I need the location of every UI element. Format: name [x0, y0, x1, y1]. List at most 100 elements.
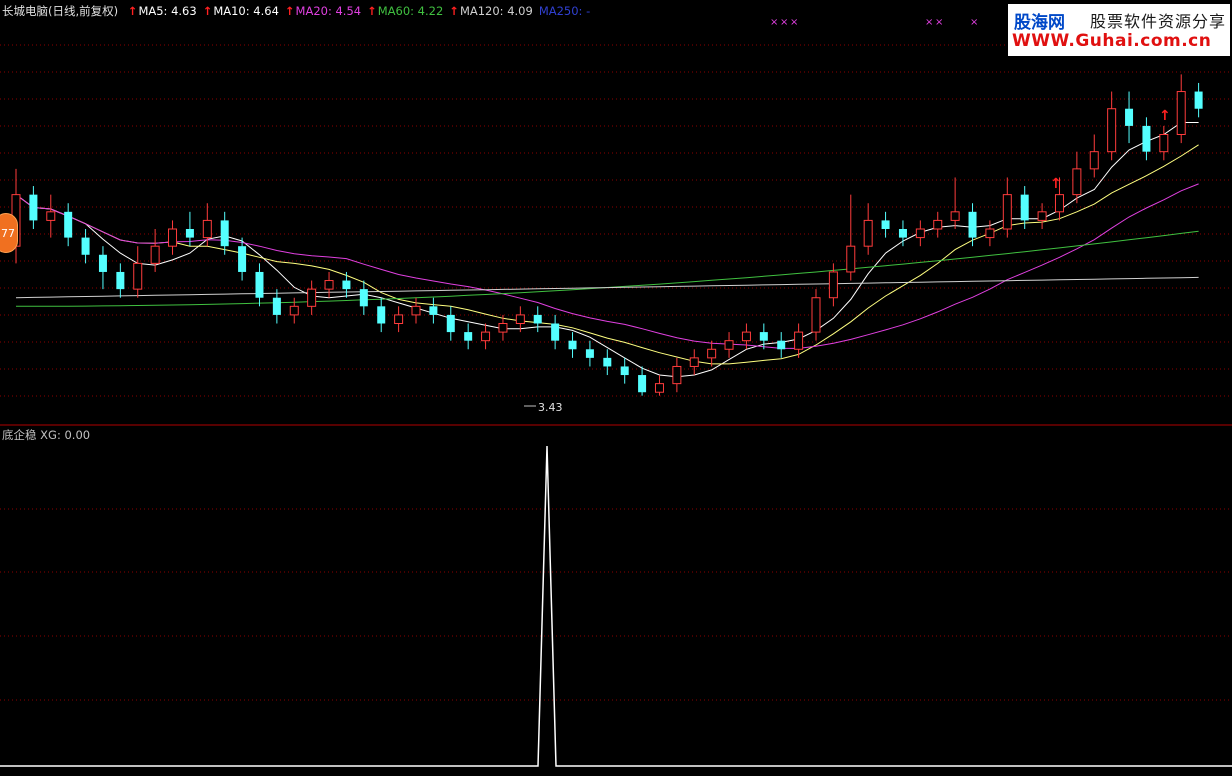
- candle-body-up: [46, 211, 56, 221]
- candle-body-up: [828, 271, 838, 299]
- candle-body-down: [185, 229, 194, 238]
- candle-body-up: [1054, 194, 1064, 213]
- up-arrow-icon: ↑: [367, 4, 377, 18]
- candle-body-down: [759, 332, 768, 341]
- candle-body-up: [672, 365, 682, 385]
- candle-body-down: [777, 340, 786, 350]
- red-arrow-icon: ↑: [1050, 176, 1062, 192]
- candle-body-up: [707, 348, 717, 359]
- signal-x-icon: ×: [780, 17, 788, 28]
- candle-body-down: [64, 211, 73, 238]
- candle-body-down: [464, 332, 473, 341]
- ma-legend-item: MA5: 4.63: [138, 4, 197, 18]
- candle-body-down: [551, 323, 560, 341]
- price-badge[interactable]: 77: [0, 213, 18, 253]
- ma-legend-item: MA120: 4.09: [459, 4, 533, 18]
- candle-body-down: [1142, 125, 1151, 152]
- candle-body-down: [238, 246, 247, 272]
- signal-x-icon: ×: [925, 17, 933, 28]
- candle-body-down: [881, 220, 890, 229]
- candle-body-up: [1159, 134, 1169, 153]
- candle-body-up: [863, 219, 873, 247]
- candle-body-down: [585, 349, 594, 358]
- candle-body-up: [481, 331, 491, 342]
- signal-x-icon: ×: [790, 17, 798, 28]
- up-arrow-icon: ↑: [284, 4, 295, 18]
- candle-body-up: [411, 305, 421, 316]
- candle-body-up: [133, 262, 143, 290]
- candle-body-up: [289, 305, 299, 316]
- up-arrow-icon: ↑: [449, 4, 459, 18]
- candle-body-down: [272, 297, 281, 315]
- candle-body-down: [533, 314, 542, 324]
- grid-lines: [0, 44, 1232, 701]
- ma-legend-item: MA20: 4.54: [295, 4, 362, 18]
- stock-title: 长城电脑(日线,前复权): [2, 4, 119, 18]
- candle-body-up: [324, 280, 334, 290]
- candle-body-down: [898, 229, 907, 238]
- candle-body-down: [359, 289, 368, 307]
- candle-body-up: [811, 297, 821, 333]
- chart-header: 长城电脑(日线,前复权) ↑MA5: 4.63 ↑MA10: 4.64 ↑MA20:…: [2, 2, 602, 20]
- candle-body-up: [515, 314, 525, 324]
- candle-body-up: [724, 340, 734, 350]
- candle-body-up: [654, 383, 664, 393]
- ma-legend: ↑MA5: 4.63 ↑MA10: 4.64 ↑MA20: 4.54 ↑MA60: 4…: [128, 4, 596, 18]
- candle-body-down: [1125, 108, 1134, 126]
- kline-chart[interactable]: × × × × × ×↑↑ 3.43: [0, 0, 1232, 776]
- logo-url: WWW.Guhai.com.cn: [1012, 31, 1212, 51]
- candle-body-up: [689, 357, 699, 367]
- ma120-line: [15, 276, 1199, 299]
- signal-x-icon: ×: [770, 17, 778, 28]
- ma-legend-item: MA60: 4.22: [377, 4, 444, 18]
- candle-body-up: [394, 314, 404, 324]
- candle-body-up: [498, 323, 508, 333]
- candle-body-down: [220, 220, 229, 247]
- red-arrow-icon: ↑: [1159, 108, 1171, 124]
- candle-body-up: [1107, 108, 1117, 153]
- signal-x-icon: ×: [970, 17, 978, 28]
- candle-body-down: [603, 357, 612, 367]
- candle-body-up: [1089, 151, 1099, 170]
- low-price-label: 3.43: [538, 401, 563, 414]
- candle-body-up: [1072, 168, 1082, 196]
- candle-body-down: [29, 194, 38, 221]
- candle-body-down: [968, 211, 977, 238]
- guhai-logo: 股海网 股票软件资源分享 WWW.Guhai.com.cn: [1008, 4, 1230, 56]
- candle-body-down: [1194, 91, 1203, 109]
- candle-body-down: [620, 366, 629, 376]
- candle-body-down: [342, 280, 351, 290]
- up-arrow-icon: ↑: [127, 4, 138, 18]
- candle-body-down: [568, 340, 577, 350]
- ma10-line: [15, 144, 1199, 365]
- candle-body-up: [915, 228, 925, 239]
- ma5-line: [15, 122, 1199, 378]
- up-arrow-icon: ↑: [202, 4, 213, 18]
- candle-body-down: [98, 254, 107, 272]
- candle-body-up: [741, 331, 751, 342]
- candle-body-down: [81, 237, 90, 255]
- candle-body-up: [846, 245, 856, 273]
- signal-x-icon: ×: [935, 17, 943, 28]
- candle-body-up: [307, 288, 317, 307]
- candle-body-up: [1002, 194, 1012, 230]
- candle-body-down: [446, 314, 455, 333]
- xg-indicator-line: [0, 445, 1232, 767]
- moving-average-lines: [15, 122, 1199, 378]
- logo-slogan: 股票软件资源分享: [1090, 12, 1227, 31]
- ma-legend-item: MA10: 4.64: [213, 4, 279, 18]
- logo-name: 股海网: [1014, 13, 1065, 33]
- candle-body-up: [1037, 211, 1047, 221]
- candle-body-up: [150, 245, 160, 264]
- candle-body-down: [429, 306, 438, 315]
- indicator-label: 底企稳 XG: 0.00: [2, 428, 91, 442]
- candle-body-up: [168, 228, 178, 247]
- candle-body-up: [933, 219, 943, 230]
- candle-body-down: [255, 271, 264, 298]
- candle-body-down: [638, 375, 647, 393]
- ma-legend-item: MA250: -: [538, 4, 591, 18]
- candle-body-up: [1176, 91, 1186, 135]
- candle-body-up: [950, 211, 960, 221]
- candle-body-down: [377, 306, 386, 324]
- candle-body-down: [116, 271, 125, 290]
